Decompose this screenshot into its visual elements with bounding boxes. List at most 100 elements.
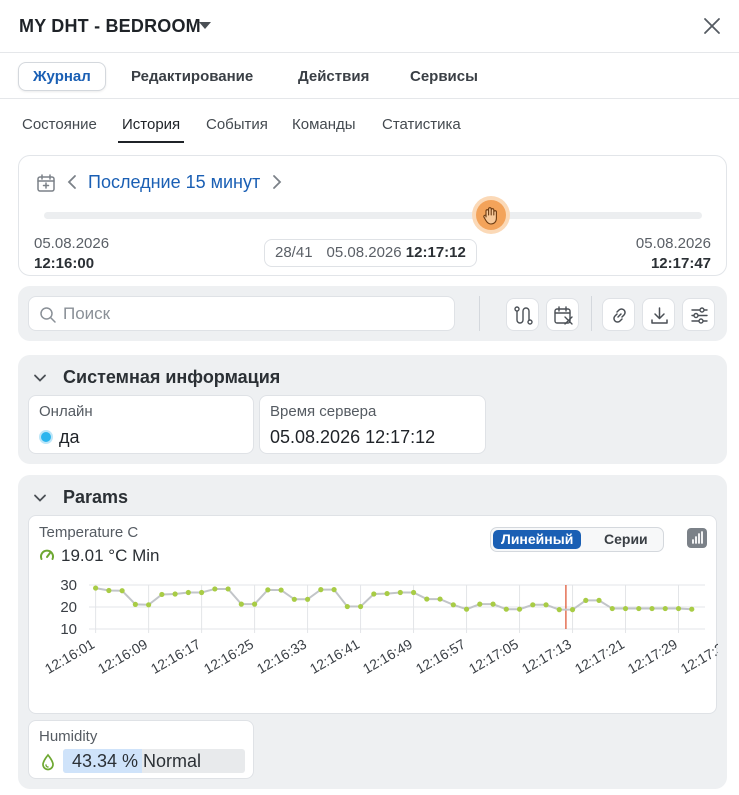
subtab-commands[interactable]: Команды: [292, 116, 356, 141]
tab-journal[interactable]: Журнал: [18, 62, 106, 91]
position-time: 12:17:12: [405, 244, 466, 261]
main-tabs: Журнал Редактирование Действия Сервисы: [0, 54, 739, 99]
x-tick-label: 12:16:17: [148, 636, 203, 677]
data-point: [583, 597, 589, 603]
data-point: [159, 591, 165, 598]
data-point: [397, 589, 403, 596]
data-point: [278, 587, 284, 593]
chevron-right-icon[interactable]: [271, 173, 283, 191]
view-toggle: Линейный Серии: [490, 527, 664, 552]
search-box: [28, 296, 455, 331]
clear-date-button[interactable]: [546, 298, 579, 331]
tab-editing[interactable]: Редактирование: [116, 62, 268, 91]
data-point: [636, 605, 642, 612]
x-tick-label: 12:17:29: [625, 636, 680, 677]
data-point: [530, 602, 536, 608]
data-point: [596, 597, 602, 603]
view-series-option[interactable]: Серии: [596, 530, 656, 549]
temperature-series-line: [95, 587, 692, 611]
download-button[interactable]: [642, 298, 675, 331]
data-point: [331, 587, 337, 593]
server-time-label: Время сервера: [270, 403, 377, 420]
params-section: Params Temperature C 19.01 °C Min Линейн…: [18, 475, 727, 789]
system-info-section: Системная информация Онлайн да Время сер…: [18, 355, 727, 464]
bar-chart-icon: [692, 531, 703, 544]
position-date: 05.08.2026: [326, 244, 402, 261]
data-point: [132, 601, 138, 607]
section-title[interactable]: Системная информация: [63, 367, 280, 388]
period-selector[interactable]: Последние 15 минут: [88, 172, 260, 193]
link-button[interactable]: [602, 298, 635, 331]
search-icon: [40, 307, 56, 323]
y-tick-label: 30: [60, 577, 77, 594]
humidity-label: Humidity: [39, 728, 98, 745]
status-dot-icon: [39, 430, 53, 444]
data-point: [490, 601, 496, 607]
section-title[interactable]: Params: [63, 487, 128, 508]
hand-icon: [483, 207, 498, 225]
x-tick-label: 12:16:49: [360, 636, 415, 677]
close-icon[interactable]: [702, 16, 722, 36]
sliders-icon: [691, 307, 708, 324]
data-point: [146, 602, 152, 608]
chevron-down-icon[interactable]: [32, 370, 48, 386]
data-point: [649, 605, 655, 612]
toolbar-divider: [591, 296, 592, 331]
subtab-state[interactable]: Состояние: [22, 116, 97, 141]
subtab-history[interactable]: История: [118, 116, 185, 143]
x-tick-label: 12:17:05: [466, 636, 521, 677]
data-point: [344, 603, 350, 610]
data-point: [556, 607, 562, 613]
timeline-slider-track[interactable]: [44, 212, 702, 219]
calendar-icon[interactable]: [36, 173, 56, 193]
temperature-chart: 30201012:16:0112:16:0912:16:1712:16:2512…: [42, 577, 718, 677]
header: MY DHT - BEDROOM: [0, 0, 739, 53]
data-point: [185, 589, 191, 596]
chevron-down-icon[interactable]: [32, 490, 48, 506]
data-point: [503, 606, 509, 612]
humidity-card: Humidity 43.34 % Normal: [28, 720, 254, 779]
toolbar-divider: [479, 296, 480, 331]
time-range-card: Последние 15 минут 05.08.2026 12:16:00 2…: [18, 155, 727, 276]
route-icon: [514, 306, 533, 325]
bar-chart-button[interactable]: [687, 528, 707, 548]
history-toolbar: [18, 286, 727, 341]
data-point: [371, 591, 377, 597]
data-point: [265, 587, 271, 593]
data-point: [238, 601, 244, 607]
download-icon: [651, 307, 668, 324]
x-tick-label: 12:17:13: [519, 636, 574, 677]
data-point: [384, 590, 390, 597]
online-label: Онлайн: [39, 403, 93, 420]
temperature-card: Temperature C 19.01 °C Min Линейный Сери…: [28, 515, 718, 714]
chevron-left-icon[interactable]: [66, 173, 78, 191]
caret-down-icon[interactable]: [199, 22, 211, 29]
subtab-statistics[interactable]: Статистика: [382, 116, 461, 141]
x-tick-label: 12:16:33: [254, 636, 309, 677]
online-card: Онлайн да: [28, 395, 254, 454]
search-input[interactable]: [63, 303, 443, 325]
device-title[interactable]: MY DHT - BEDROOM: [19, 16, 201, 37]
data-point: [609, 605, 615, 612]
x-tick-label: 12:16:41: [307, 636, 362, 677]
timeline-slider-thumb[interactable]: [476, 200, 507, 230]
temperature-value: 19.01 °C Min: [39, 546, 159, 566]
temperature-label: Temperature C: [39, 524, 139, 541]
position-counter: 28/41: [275, 244, 313, 261]
data-point: [477, 601, 483, 607]
tab-actions[interactable]: Действия: [283, 62, 384, 91]
x-tick-label: 12:16:09: [95, 636, 150, 677]
tab-services[interactable]: Сервисы: [395, 62, 493, 91]
view-linear-option[interactable]: Линейный: [493, 530, 582, 549]
data-point: [172, 591, 178, 597]
data-point: [463, 606, 470, 612]
route-button[interactable]: [506, 298, 539, 331]
data-point: [212, 586, 218, 592]
subtab-events[interactable]: События: [206, 116, 268, 141]
settings-button[interactable]: [682, 298, 715, 331]
range-start-time: 12:16:00: [34, 255, 95, 272]
data-point: [291, 596, 297, 602]
online-text: да: [59, 427, 80, 447]
data-point: [622, 605, 629, 612]
data-point: [251, 601, 258, 607]
